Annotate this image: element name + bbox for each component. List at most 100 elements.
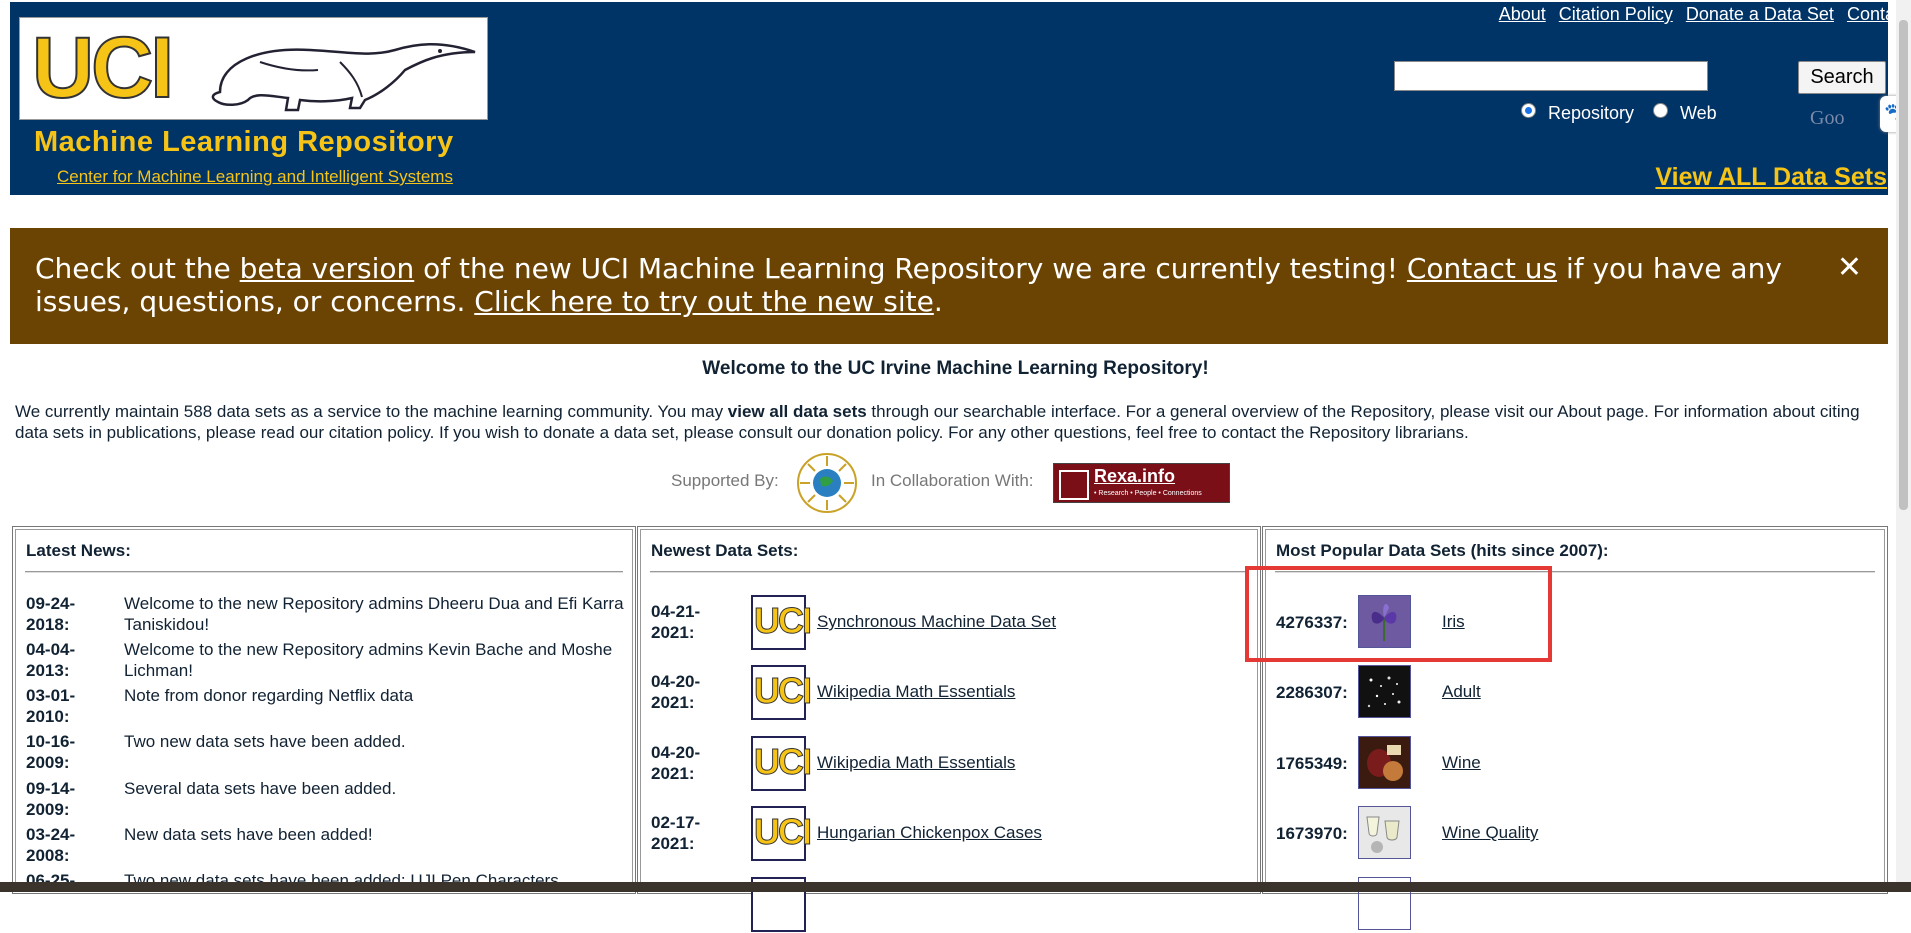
divider [25,571,623,573]
hit-count: 1765349: [1276,754,1348,773]
news-date: 09-24-2018: [26,594,76,634]
news-text: Welcome to the new Repository admins Dhe… [124,594,624,634]
taskbar-strip [0,882,1911,892]
dataset-link[interactable]: Wikipedia Math Essentials [817,682,1015,702]
scrollbar-thumb[interactable] [1899,20,1908,510]
dataset-row: 04-20-2021: UCI Wikipedia Math Essential… [651,736,1251,792]
collaboration-label: In Collaboration With: [871,471,1034,490]
rexa-logo[interactable]: Rexa.info • Research • People • Connecti… [1053,463,1230,503]
logo-text: UCI [31,20,175,116]
latest-news-panel: Latest News: 09-24-2018: Welcome to the … [12,526,636,894]
radio-repository-label: Repository [1548,103,1635,123]
banner-text-4: . [933,285,943,318]
newest-datasets-heading: Newest Data Sets: [651,541,799,560]
news-date: 03-24-2008: [26,825,76,865]
uci-logo[interactable]: UCI [19,17,488,120]
rexa-mark-icon [1059,470,1089,500]
intro-text: . For any other questions, feel free to [938,423,1222,442]
intro-text: . [1464,423,1469,442]
news-text: Several data sets have been added. [124,779,397,798]
uci-thumbnail[interactable]: UCI [751,806,813,861]
radio-web-label: Web [1680,103,1717,123]
news-date: 04-04-2013: [26,640,76,680]
cml-link[interactable]: Center for Machine Learning and Intellig… [57,167,453,187]
radio-repository[interactable] [1521,103,1536,118]
rexa-name: Rexa.info [1094,466,1176,486]
intro-text: We currently maintain 588 data sets as a… [15,402,728,421]
site-header: UCI Machine Learning Repository Center f… [10,2,1888,195]
contact-librarians-link[interactable]: contact the Repository librarians [1221,423,1464,442]
dataset-row: 04-20-2021: UCI Wikipedia Math Essential… [651,665,1251,721]
banner-text-2: of the new UCI Machine Learning Reposito… [414,252,1407,285]
search-input[interactable] [1394,61,1708,91]
news-text: Note from donor regarding Netflix data [124,685,629,706]
dataset-link[interactable]: Wine Quality [1442,823,1538,843]
news-date: 03-01-2010: [26,686,76,726]
latest-news-heading: Latest News: [26,541,131,560]
wine-thumbnail[interactable] [1358,736,1411,789]
uci-thumbnail[interactable]: UCI [751,736,813,791]
hit-count: 2286307: [1276,683,1348,702]
dataset-link[interactable]: Wine [1442,753,1481,773]
popular-row: 1673970: Wine Quality [1276,806,1876,862]
intro-paragraph: We currently maintain 588 data sets as a… [15,401,1895,443]
dataset-row: 04-21-2021: UCI Synchronous Machine Data… [651,595,1251,651]
try-new-site-link[interactable]: Click here to try out the new site [474,285,934,318]
uci-thumbnail[interactable]: UCI [751,665,813,720]
uci-thumbnail[interactable]: UCI [751,595,813,650]
supported-by-label: Supported By: [671,471,779,490]
intro-text: . If you wish to donate a data set, plea… [429,423,827,442]
top-nav: About Citation Policy Donate a Data Set … [1491,4,1909,25]
popular-datasets-heading: Most Popular Data Sets (hits since 2007)… [1276,541,1609,560]
netflix-note-link[interactable]: Note [124,686,160,705]
news-text-rest: from donor regarding Netflix data [159,686,414,705]
nsf-logo[interactable] [796,452,858,514]
uci-thumb-text: UCI [754,741,813,783]
dataset-row: 02-17-2021: UCI Hungarian Chickenpox Cas… [651,806,1251,862]
anteater-icon [211,43,476,112]
close-icon[interactable]: ✕ [1837,250,1862,285]
popular-row: 1765349: Wine [1276,736,1876,792]
dataset-link[interactable]: Adult [1442,682,1481,702]
newest-datasets-panel: Newest Data Sets: 04-21-2021: UCI Synchr… [637,526,1261,932]
beta-banner: Check out the beta version of the new UC… [10,228,1888,344]
citation-policy-inline-link[interactable]: citation policy [329,423,430,442]
news-text: New data sets have been added! [124,825,373,844]
view-all-data-sets-link[interactable]: view all data sets [728,402,867,421]
view-all-datasets-link[interactable]: View ALL Data Sets [1655,163,1887,192]
uci-thumb-text: UCI [754,600,813,642]
about-link[interactable]: About [1499,4,1546,24]
wine-quality-thumbnail[interactable] [1358,806,1411,859]
contact-us-link[interactable]: Contact us [1407,252,1557,285]
beta-version-link[interactable]: beta version [240,252,415,285]
popular-row: 2286307: Adult [1276,665,1876,721]
repository-title: Machine Learning Repository [34,126,454,158]
dataset-link[interactable]: Hungarian Chickenpox Cases [817,823,1042,843]
hit-count: 1673970: [1276,824,1348,843]
dataset-date: 02-17-2021: [651,813,701,853]
news-date: 10-16-2009: [26,732,76,772]
highlight-box [1245,566,1552,662]
welcome-heading: Welcome to the UC Irvine Machine Learnin… [702,358,1209,379]
donate-link[interactable]: Donate a Data Set [1686,4,1834,24]
dataset-link[interactable]: Wikipedia Math Essentials [817,753,1015,773]
dataset-date: 04-20-2021: [651,743,701,783]
search-button[interactable]: Search [1798,61,1886,94]
dataset-link[interactable]: Synchronous Machine Data Set [817,612,1056,632]
google-logo: Goo [1810,107,1845,129]
news-text: Two new data sets have been added. [124,732,406,751]
donation-policy-link[interactable]: donation policy [826,423,938,442]
uci-thumb-text: UCI [754,670,813,712]
uci-thumb-text: UCI [754,811,813,853]
banner-text-1: Check out the [35,252,240,285]
divider [650,571,1248,573]
dataset-date: 04-21-2021: [651,602,701,642]
rexa-tagline: • Research • People • Connections [1094,490,1202,497]
radio-web[interactable] [1653,103,1668,118]
intro-text: through our searchable interface. For a … [866,402,1558,421]
news-date: 09-14-2009: [26,779,76,819]
banner-text: Check out the beta version of the new UC… [35,252,1795,318]
about-page-link[interactable]: About page [1557,402,1644,421]
citation-policy-link[interactable]: Citation Policy [1559,4,1673,24]
adult-thumbnail[interactable] [1358,665,1411,718]
